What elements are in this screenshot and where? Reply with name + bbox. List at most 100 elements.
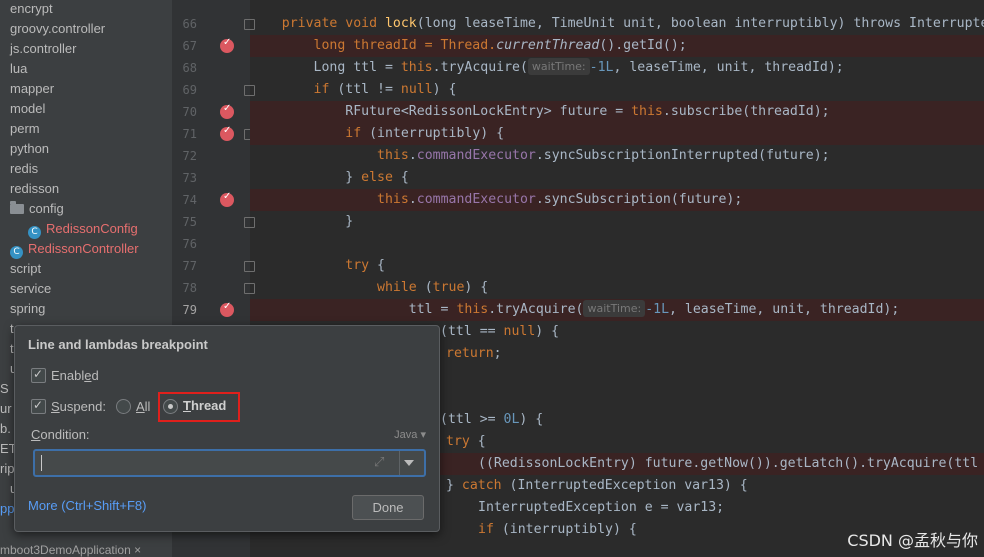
tree-item-fragment[interactable]: b. bbox=[0, 419, 11, 439]
run-tab-label: mboot3DemoApplication bbox=[0, 543, 131, 557]
keyword-token: this bbox=[377, 148, 409, 163]
line-number: 68 bbox=[182, 61, 197, 75]
more-link[interactable]: More (Ctrl+Shift+F8) bbox=[28, 498, 146, 513]
code-line-breakpoint: if (interruptibly) { bbox=[250, 123, 984, 145]
code-text: { bbox=[392, 170, 409, 185]
keyword-token: true bbox=[432, 280, 465, 295]
tree-item-label: ur bbox=[0, 401, 12, 416]
label-text: uspend: bbox=[59, 399, 106, 414]
tree-item-label: perm bbox=[10, 121, 40, 136]
tree-item-label: config bbox=[29, 201, 64, 216]
keyword-token: try bbox=[345, 258, 370, 273]
tree-item-label: mapper bbox=[10, 81, 55, 96]
tree-item-redisson-controller[interactable]: C RedissonController bbox=[10, 239, 139, 259]
tree-item-fragment[interactable]: rip bbox=[0, 459, 14, 479]
mnemonic: C bbox=[31, 427, 41, 442]
class-icon: C bbox=[28, 226, 41, 239]
suspend-checkbox[interactable] bbox=[31, 398, 46, 414]
tree-item-label: spring bbox=[10, 301, 46, 316]
keyword-token: private void bbox=[250, 16, 385, 31]
tree-item-label: lua bbox=[10, 61, 28, 76]
code-line-breakpoint: this.commandExecutor.syncSubscription(fu… bbox=[250, 189, 984, 211]
tree-item-config[interactable]: config bbox=[10, 199, 64, 219]
tree-item-python[interactable]: python bbox=[10, 139, 49, 159]
line-number: 78 bbox=[182, 281, 197, 295]
tree-item-model[interactable]: model bbox=[10, 99, 45, 119]
tree-item-label: encrypt bbox=[10, 1, 53, 16]
enabled-label[interactable]: Enabled bbox=[51, 368, 99, 383]
tree-item-spring[interactable]: spring bbox=[10, 299, 45, 319]
method-token: lock bbox=[384, 16, 417, 31]
tree-item-service[interactable]: service bbox=[10, 279, 51, 299]
tree-item-label: RedissonController bbox=[28, 241, 139, 256]
tree-item-label: redis bbox=[10, 161, 39, 176]
tree-item-fragment[interactable]: S bbox=[0, 379, 9, 399]
method-token: currentThread bbox=[496, 38, 600, 53]
done-button[interactable]: Done bbox=[352, 495, 424, 520]
tree-item-lua[interactable]: lua bbox=[10, 59, 27, 79]
code-text: ) { bbox=[432, 82, 457, 97]
keyword-token: if bbox=[345, 126, 362, 141]
close-icon[interactable]: × bbox=[134, 543, 141, 557]
keyword-token: null bbox=[503, 324, 536, 339]
tree-item-mapper[interactable]: mapper bbox=[10, 79, 54, 99]
tree-item-redisson-config[interactable]: C RedissonConfig bbox=[28, 219, 138, 239]
line-number: 66 bbox=[182, 17, 197, 31]
expand-icon[interactable]: ⤢ bbox=[374, 454, 384, 470]
keyword-token: null bbox=[400, 82, 433, 97]
line-number: 73 bbox=[182, 171, 197, 185]
keyword-token: try bbox=[446, 434, 470, 449]
condition-input[interactable]: ⤢ bbox=[33, 449, 426, 477]
tree-item-script[interactable]: script bbox=[10, 259, 41, 279]
keyword-token: this bbox=[456, 302, 489, 317]
keyword-token: if bbox=[313, 82, 330, 97]
number-token: -1L bbox=[645, 302, 670, 317]
breakpoint-popup: Line and lambdas breakpoint Enabled Susp… bbox=[14, 325, 440, 532]
code-line: InterruptedException e = var13; bbox=[478, 497, 984, 519]
history-dropdown-icon[interactable] bbox=[404, 460, 414, 466]
tree-item-redis[interactable]: redis bbox=[10, 159, 38, 179]
tree-item-label: rip bbox=[0, 461, 15, 476]
keyword-token: this bbox=[400, 60, 433, 75]
line-number: 69 bbox=[182, 83, 197, 97]
tree-item-encrypt[interactable]: encrypt bbox=[10, 0, 53, 19]
tree-item-perm[interactable]: perm bbox=[10, 119, 40, 139]
enabled-checkbox[interactable] bbox=[31, 367, 46, 383]
parameter-hint: waitTime: bbox=[583, 300, 646, 317]
breakpoint-icon[interactable] bbox=[220, 301, 234, 317]
all-radio[interactable] bbox=[116, 399, 131, 414]
class-icon: C bbox=[10, 246, 23, 259]
tree-item-groovy-controller[interactable]: groovy.controller bbox=[10, 19, 105, 39]
run-tab[interactable]: mboot3DemoApplication × bbox=[0, 543, 141, 557]
code-line: return; bbox=[446, 343, 984, 365]
all-label[interactable]: All bbox=[136, 399, 150, 414]
tree-item-fragment[interactable]: pp bbox=[0, 499, 14, 519]
mnemonic: S bbox=[51, 399, 60, 414]
breakpoint-icon[interactable] bbox=[220, 103, 234, 119]
suspend-label[interactable]: Suspend: bbox=[51, 399, 106, 414]
code-text: .tryAcquire( bbox=[432, 60, 528, 75]
code-text: long threadId = Thread. bbox=[250, 38, 497, 53]
code-text: RFuture<RedissonLockEntry> future = bbox=[250, 104, 632, 119]
tree-item-label: python bbox=[10, 141, 50, 156]
text-caret bbox=[41, 455, 42, 471]
code-text: } bbox=[446, 478, 462, 493]
breakpoint-icon[interactable] bbox=[220, 191, 234, 207]
tree-item-redisson[interactable]: redisson bbox=[10, 179, 59, 199]
field-token: commandExecutor bbox=[416, 192, 536, 207]
line-number: 74 bbox=[182, 193, 197, 207]
divider bbox=[399, 451, 400, 475]
code-text: ) { bbox=[535, 324, 560, 339]
parameter-hint: waitTime: bbox=[527, 58, 590, 75]
code-text: (InterruptedException var13) { bbox=[501, 478, 748, 493]
code-text: InterruptedException e = var13; bbox=[478, 500, 725, 515]
tree-item-js-controller[interactable]: js.controller bbox=[10, 39, 76, 59]
code-text: (long leaseTime, TimeUnit unit, boolean … bbox=[416, 16, 984, 31]
tree-item-label: pp bbox=[0, 501, 15, 516]
language-dropdown[interactable]: Java ▾ bbox=[394, 428, 426, 441]
breakpoint-icon[interactable] bbox=[220, 125, 234, 141]
code-line: Long ttl = this.tryAcquire(waitTime: -1L,… bbox=[250, 57, 984, 79]
tree-item-fragment[interactable]: ur bbox=[0, 399, 12, 419]
breakpoint-icon[interactable] bbox=[220, 37, 234, 53]
